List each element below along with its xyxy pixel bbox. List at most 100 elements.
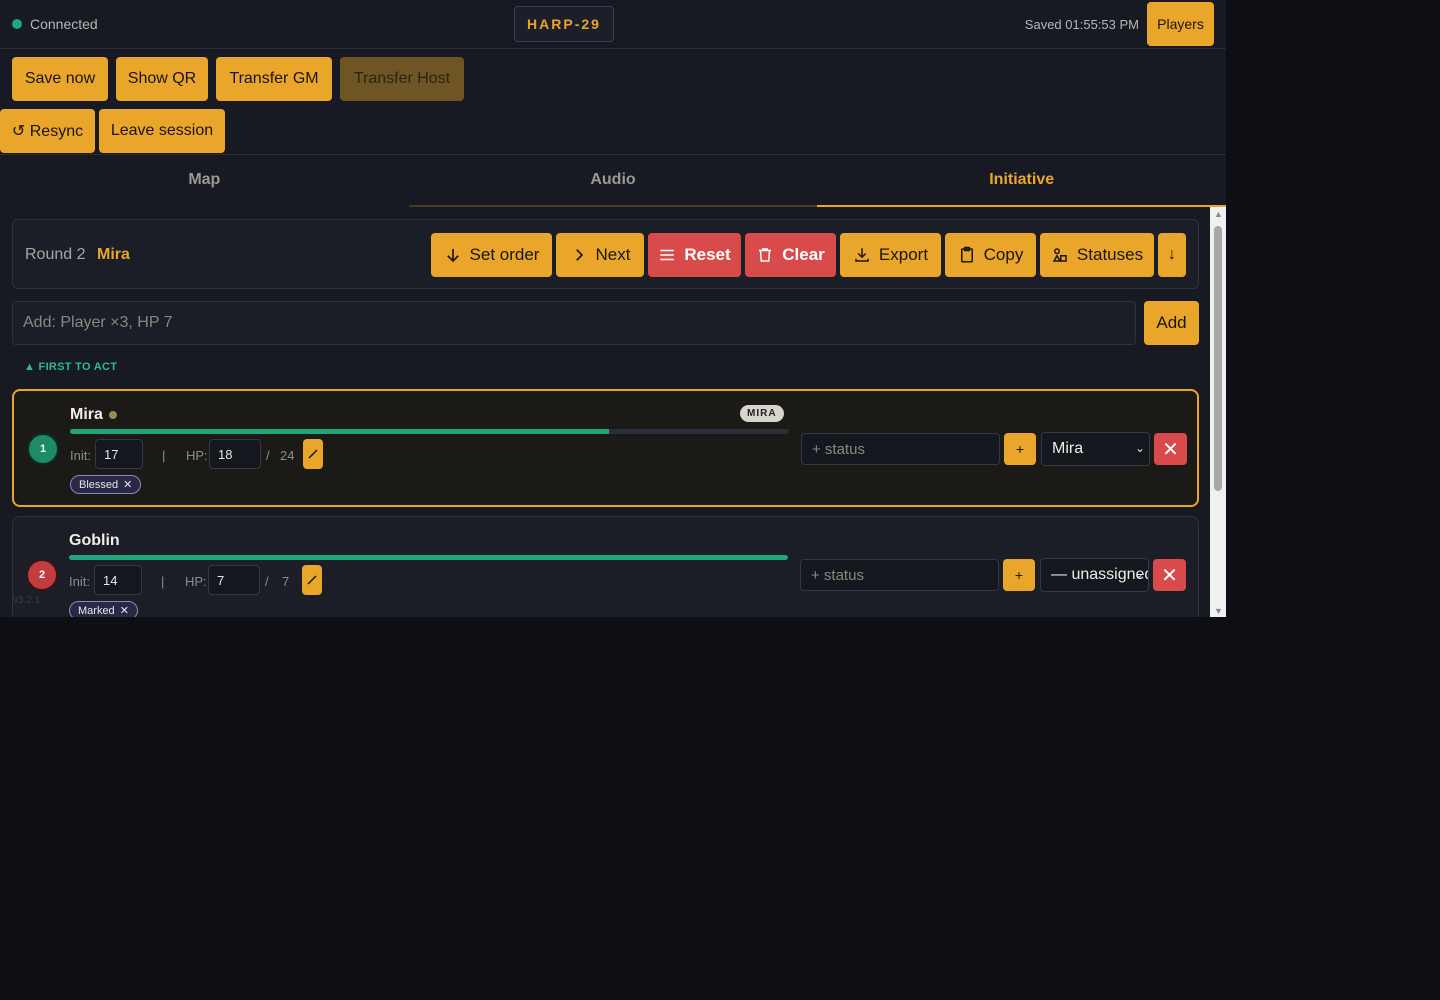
- connection-label: Connected: [30, 16, 98, 32]
- app-window: Connected HARP-29 Saved 01:55:53 PM Play…: [0, 0, 1226, 617]
- presence-dot-icon: [109, 411, 117, 419]
- tab-map[interactable]: Map: [0, 155, 409, 207]
- chevron-down-icon: ⌄: [1134, 441, 1145, 455]
- hp-label: HP:: [186, 448, 208, 463]
- set-order-button[interactable]: Set order: [431, 233, 552, 277]
- resync-button[interactable]: ↺ Resync: [0, 109, 95, 153]
- remove-combatant-button[interactable]: ✕: [1153, 559, 1186, 591]
- chevron-right-icon: [575, 249, 583, 261]
- rank-badge: 1: [27, 433, 59, 465]
- add-status-button[interactable]: +: [1003, 559, 1035, 591]
- save-now-button[interactable]: Save now: [12, 57, 108, 101]
- close-icon: ✕: [1161, 564, 1178, 587]
- arrow-down-icon: [446, 249, 459, 263]
- initiative-panel: Round 2 Mira Set order Next Reset Clear …: [0, 207, 1226, 617]
- hp-bar-fill: [69, 555, 788, 560]
- statuses-label: Statuses: [1076, 245, 1144, 264]
- init-input[interactable]: [95, 439, 143, 469]
- remove-tag-icon[interactable]: ✕: [123, 478, 132, 491]
- combatant-card[interactable]: 1 Mira MIRA Init: | HP: / 24 Blessed ✕ +: [12, 389, 1199, 507]
- tab-bar: Map Audio Initiative: [0, 155, 1226, 207]
- sort-button[interactable]: ↓: [1158, 233, 1186, 277]
- players-button[interactable]: Players: [1147, 2, 1214, 46]
- hp-label: HP:: [185, 574, 207, 589]
- tab-audio[interactable]: Audio: [408, 155, 818, 207]
- hp-input[interactable]: [209, 439, 261, 469]
- status-tag: Marked ✕: [69, 601, 138, 617]
- leave-session-button[interactable]: Leave session: [99, 109, 225, 153]
- hp-slash: /: [266, 448, 270, 463]
- hp-slash: /: [265, 574, 269, 589]
- pencil-icon: [307, 575, 317, 585]
- version-label: v3.2.1: [13, 595, 41, 606]
- tab-initiative[interactable]: Initiative: [817, 155, 1226, 207]
- combatant-card[interactable]: 2 Goblin Init: | HP: / 7 Marked ✕ + — un…: [12, 516, 1199, 617]
- round-label: Round 2: [25, 246, 86, 263]
- clipboard-icon: [960, 246, 973, 263]
- hp-bar: [70, 429, 789, 434]
- hp-max: 24: [280, 448, 295, 463]
- scroll-thumb[interactable]: [1214, 226, 1222, 491]
- next-button[interactable]: Next: [556, 233, 644, 277]
- current-turn-name: Mira: [97, 246, 130, 263]
- owner-select[interactable]: Mira ⌄: [1041, 432, 1150, 466]
- pencil-icon: [308, 449, 318, 459]
- clear-button[interactable]: Clear: [745, 233, 836, 277]
- init-label: Init:: [69, 574, 90, 589]
- statuses-button[interactable]: Statuses: [1040, 233, 1154, 277]
- status-input[interactable]: [801, 433, 1000, 465]
- add-combatant-button[interactable]: Add: [1144, 301, 1199, 345]
- separator: |: [161, 574, 165, 589]
- edit-hp-button[interactable]: [302, 565, 322, 595]
- hp-max: 7: [282, 574, 290, 589]
- chevron-down-icon: ⌄: [1133, 567, 1144, 581]
- show-qr-button[interactable]: Show QR: [116, 57, 208, 101]
- rank-badge: 2: [26, 559, 58, 591]
- hp-bar-fill: [70, 429, 610, 434]
- combatant-name: Mira: [70, 406, 103, 423]
- connection-status: Connected: [12, 16, 98, 32]
- room-code[interactable]: HARP-29: [514, 6, 614, 42]
- copy-button[interactable]: Copy: [945, 233, 1036, 277]
- status-input[interactable]: [800, 559, 999, 591]
- round-toolbar: Round 2 Mira Set order Next Reset Clear …: [12, 219, 1199, 289]
- status-tag: Blessed ✕: [70, 475, 142, 494]
- owner-badge: MIRA: [740, 405, 784, 422]
- init-input[interactable]: [94, 565, 142, 595]
- init-label: Init:: [70, 448, 91, 463]
- copy-label: Copy: [983, 245, 1024, 264]
- clear-label: Clear: [782, 245, 825, 264]
- scroll-down-icon[interactable]: ▼: [1214, 606, 1223, 616]
- separator: |: [162, 448, 166, 463]
- menu-lines-icon: [660, 249, 675, 261]
- reset-button[interactable]: Reset: [648, 233, 741, 277]
- next-label: Next: [595, 245, 631, 264]
- add-status-button[interactable]: +: [1004, 433, 1036, 465]
- owner-select[interactable]: — unassigned ⌄: [1040, 558, 1149, 592]
- download-icon: [855, 248, 869, 262]
- scroll-up-icon[interactable]: ▲: [1214, 209, 1223, 219]
- combatant-name: Goblin: [69, 532, 120, 549]
- transfer-gm-button[interactable]: Transfer GM: [216, 57, 332, 101]
- close-icon: ✕: [1162, 438, 1179, 461]
- saved-timestamp: Saved 01:55:53 PM: [1024, 17, 1139, 32]
- transfer-host-button[interactable]: Transfer Host: [340, 57, 464, 101]
- remove-tag-icon[interactable]: ✕: [120, 604, 129, 617]
- set-order-label: Set order: [469, 245, 540, 264]
- status-tag-label: Blessed: [79, 478, 119, 491]
- remove-combatant-button[interactable]: ✕: [1154, 433, 1187, 465]
- edit-hp-button[interactable]: [303, 439, 323, 469]
- status-tag-label: Marked: [78, 604, 115, 617]
- trash-icon: [759, 248, 772, 262]
- connection-dot-icon: [12, 19, 22, 29]
- shapes-icon: [1052, 248, 1067, 262]
- hp-bar: [69, 555, 788, 560]
- add-combatant-input[interactable]: [12, 301, 1136, 345]
- top-bar: Connected HARP-29 Saved 01:55:53 PM Play…: [0, 0, 1226, 49]
- owner-select-value: Mira: [1052, 440, 1084, 457]
- session-actions-row: Save now Show QR Transfer GM Transfer Ho…: [0, 57, 1226, 101]
- export-label: Export: [878, 245, 929, 264]
- export-button[interactable]: Export: [840, 233, 941, 277]
- scrollbar[interactable]: ▲ ▼: [1210, 207, 1226, 617]
- hp-input[interactable]: [208, 565, 260, 595]
